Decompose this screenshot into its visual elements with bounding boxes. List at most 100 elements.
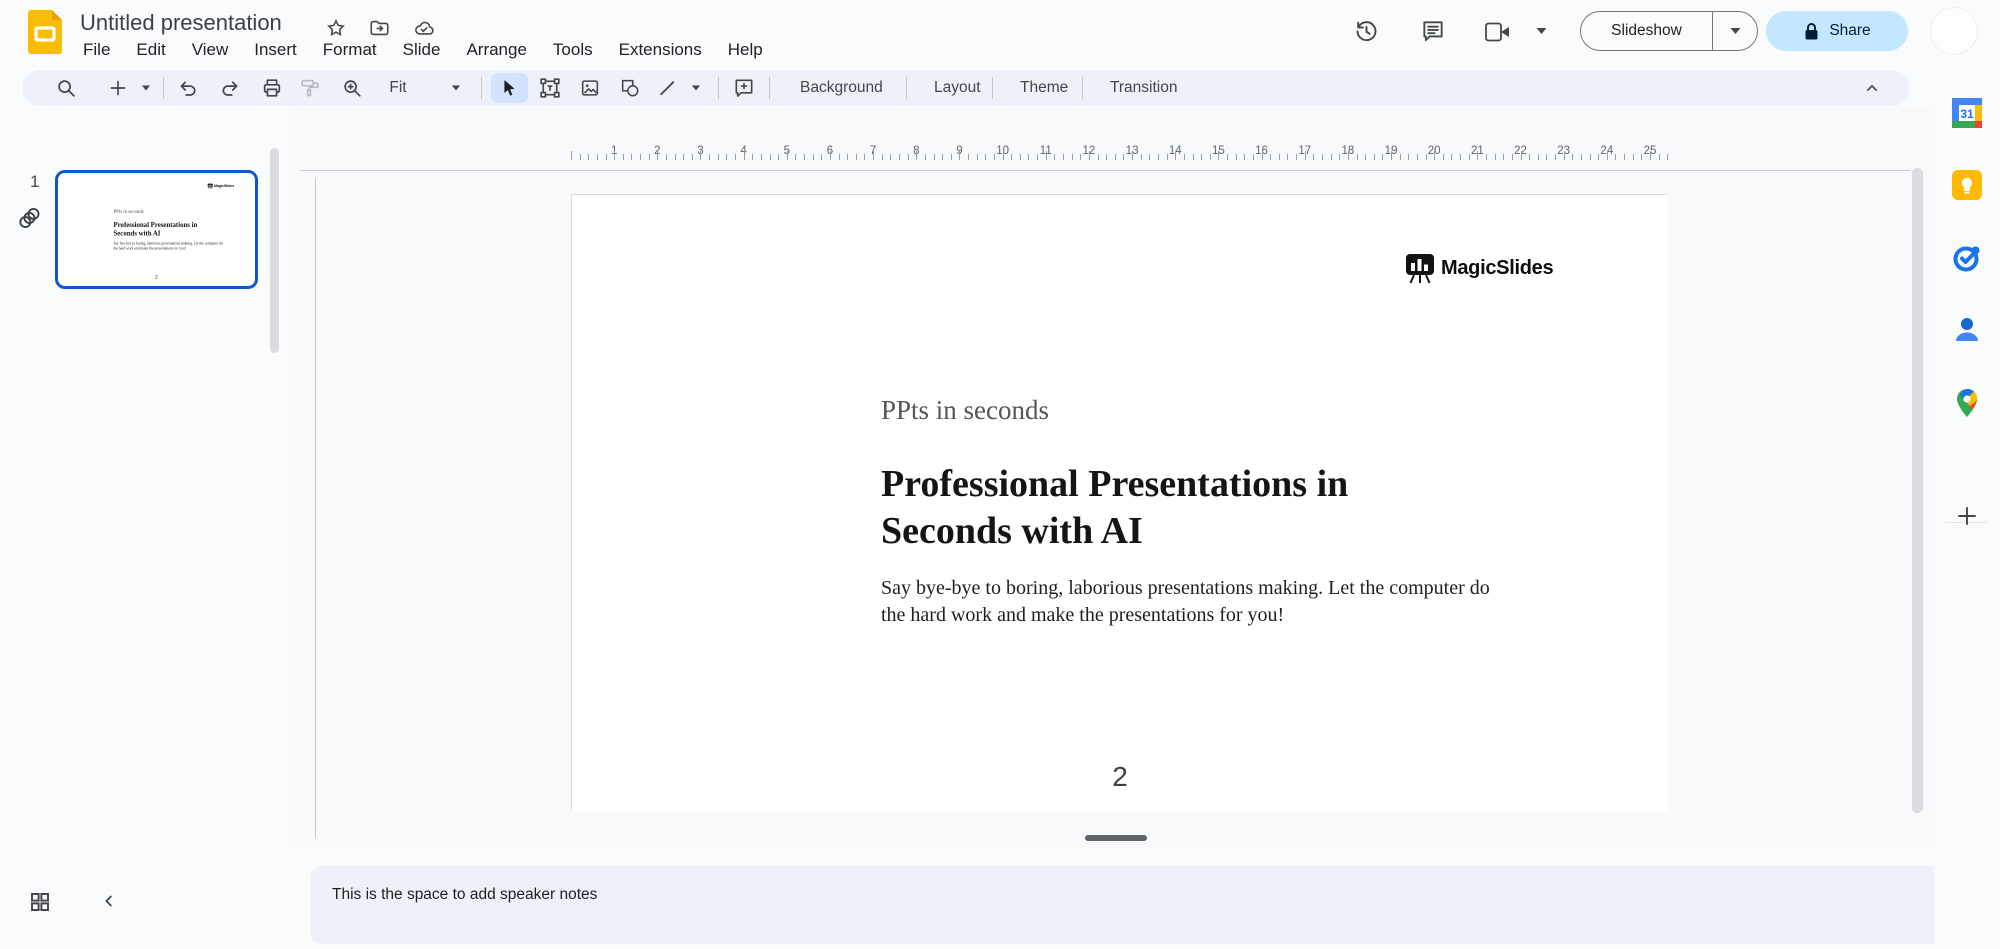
speaker-notes-input[interactable]: This is the space to add speaker notes [310,866,1946,944]
brand-logo[interactable]: MagicSlides [1405,252,1554,284]
comment-history-icon[interactable] [1420,18,1446,44]
zoom-select[interactable]: Fit [389,79,406,97]
h-ruler-tick [1071,154,1073,160]
google-keep-icon[interactable] [1952,170,1982,200]
insert-line-icon[interactable] [657,78,677,98]
version-history-icon[interactable] [1353,18,1380,45]
slide-page-number[interactable]: 2 [572,761,1668,793]
move-to-folder-icon[interactable] [368,17,391,39]
document-title[interactable]: Untitled presentation [80,10,282,36]
text-box-icon[interactable] [539,77,562,100]
slide-surface: MagicSlides PPts in seconds Professional… [572,195,1668,812]
h-ruler-tick [1063,154,1065,160]
new-slide-plus-icon[interactable] [108,78,129,99]
background-button[interactable]: Background [784,70,899,106]
menu-view[interactable]: View [179,38,242,62]
star-icon[interactable] [325,17,347,39]
h-ruler-tick [1011,154,1013,160]
cloud-saved-icon[interactable] [412,17,436,39]
slideshow-dropdown-caret-icon[interactable] [1713,27,1757,35]
menu-bar: File Edit View Insert Format Slide Arran… [70,38,776,62]
h-ruler-tick [726,154,728,160]
h-ruler-tick [614,151,616,160]
thumbnail-slide-surface: MagicSlides PPts in seconds Professional… [58,173,255,284]
google-maps-icon[interactable] [1952,388,1982,418]
h-ruler-tick [1365,154,1367,160]
menu-help[interactable]: Help [715,38,776,62]
search-menus-icon[interactable] [55,77,77,99]
filmstrip-scrollbar[interactable] [270,148,279,353]
h-ruler-tick [1321,154,1323,160]
camera-dropdown-caret-icon[interactable] [1536,27,1547,35]
h-ruler-tick [588,154,590,160]
google-slides-logo-icon[interactable] [28,10,62,54]
h-ruler-tick [838,154,840,160]
insert-image-icon[interactable] [579,77,601,99]
h-ruler-tick [717,154,719,160]
slide-kicker-textbox[interactable]: PPts in seconds [881,395,1049,426]
h-ruler-tick [1650,151,1651,160]
thumb-brand-text: MagicSlides [213,184,235,188]
zoom-in-icon[interactable] [341,77,363,99]
slide-title-textbox[interactable]: Professional Presentations in Seconds wi… [881,461,1421,555]
h-ruler-tick [579,154,581,160]
menu-tools[interactable]: Tools [540,38,606,62]
account-avatar[interactable] [1930,7,1978,55]
speaker-notes-text: This is the space to add speaker notes [332,886,598,903]
zoom-caret-icon[interactable] [451,85,461,92]
h-ruler-tick [760,154,762,160]
h-ruler-tick [1209,154,1211,160]
toolbar-separator [481,77,482,99]
line-caret-icon[interactable] [691,85,701,92]
redo-icon[interactable] [219,77,241,99]
google-contacts-icon[interactable] [1952,315,1982,345]
new-slide-caret-icon[interactable] [141,85,151,92]
magicslides-logo-icon [1406,254,1434,284]
h-ruler-tick [942,154,944,160]
google-calendar-icon[interactable]: 31 [1952,98,1982,128]
theme-button[interactable]: Theme [1004,70,1084,106]
layout-button[interactable]: Layout [918,70,997,106]
h-ruler-tick [1503,154,1505,160]
h-ruler-tick [1606,151,1608,160]
speaker-notes-resize-handle[interactable] [1085,835,1147,841]
slide-editor[interactable]: MagicSlides PPts in seconds Professional… [571,194,1668,812]
menu-slide[interactable]: Slide [390,38,454,62]
h-ruler-tick [1391,151,1393,160]
vertical-ruler: 1234567891011121314 [286,0,596,949]
toolbar-separator [163,77,164,99]
slideshow-button[interactable]: Slideshow [1581,22,1712,40]
print-icon[interactable] [261,77,283,99]
grid-view-icon[interactable] [28,890,52,914]
get-add-ons-plus-icon[interactable] [1955,504,1979,528]
menu-extensions[interactable]: Extensions [606,38,715,62]
h-ruler-tick [1347,151,1349,160]
canvas-scrollbar[interactable] [1912,168,1923,813]
menu-file[interactable]: File [70,38,123,62]
h-ruler-tick [1468,154,1470,160]
toolbar-separator [718,77,719,99]
menu-edit[interactable]: Edit [123,38,178,62]
h-ruler-tick [829,151,831,160]
menu-arrange[interactable]: Arrange [453,38,539,62]
h-ruler-tick [873,151,875,160]
slide-thumbnail[interactable]: MagicSlides PPts in seconds Professional… [55,170,258,289]
slide-body-textbox[interactable]: Say bye-bye to boring, laborious present… [881,575,1511,629]
h-ruler-tick [924,154,926,160]
h-ruler-tick [700,151,702,160]
share-button[interactable]: Share [1766,11,1908,51]
google-tasks-icon[interactable] [1952,243,1982,273]
transition-indicator-icon[interactable] [16,204,44,232]
insert-shape-icon[interactable] [619,77,641,99]
meet-camera-icon[interactable] [1484,21,1512,43]
collapse-toolbar-icon[interactable] [1862,78,1882,98]
add-comment-icon[interactable] [733,77,756,100]
menu-format[interactable]: Format [310,38,390,62]
transition-button[interactable]: Transition [1094,70,1193,106]
h-ruler-tick [1166,154,1168,160]
select-cursor-icon[interactable] [499,78,519,98]
h-ruler-tick [743,151,745,160]
magicslides-logo-icon [207,183,213,189]
undo-icon[interactable] [177,77,199,99]
collapse-filmstrip-chevron-icon[interactable] [100,892,118,910]
